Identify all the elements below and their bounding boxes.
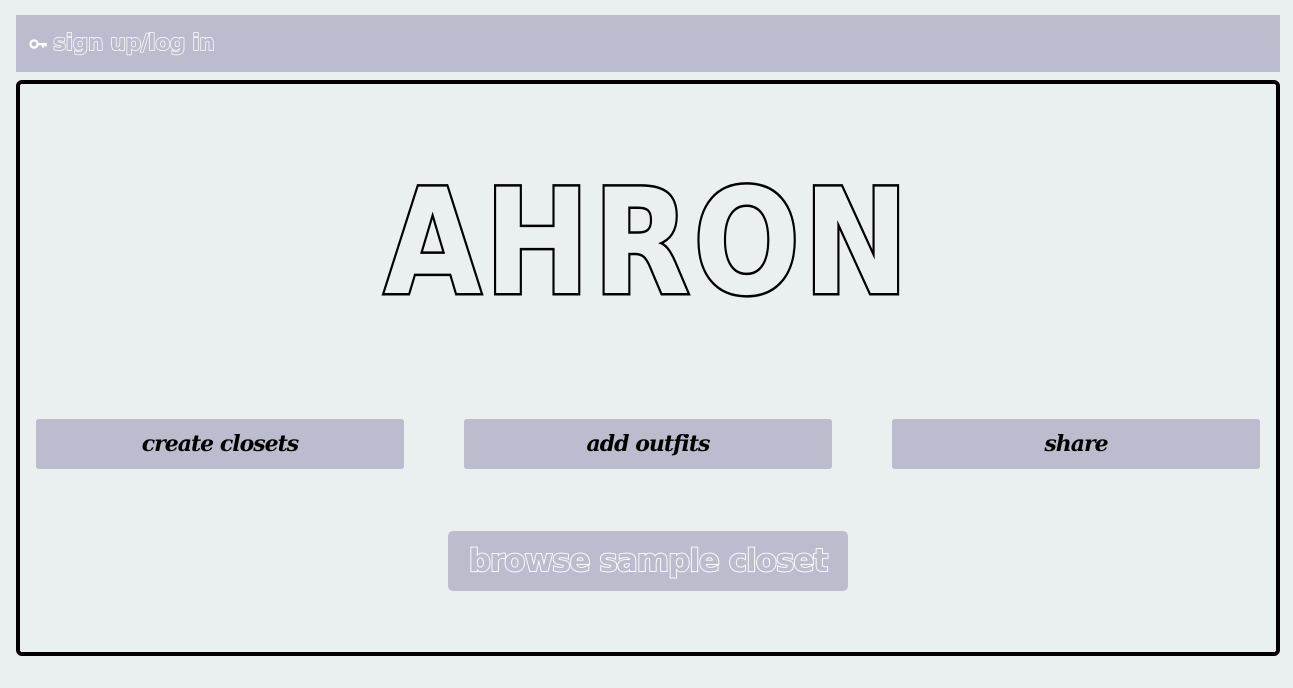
browse-sample-closet-label: browse sample closet: [468, 542, 829, 580]
add-outfits-button[interactable]: add outfits: [464, 419, 832, 469]
create-closets-label: create closets: [141, 431, 299, 457]
brand-logo: AHRON: [382, 158, 912, 328]
create-closets-button[interactable]: create closets: [36, 419, 404, 469]
browse-sample-closet-button[interactable]: browse sample closet: [448, 531, 848, 591]
add-outfits-label: add outfits: [586, 431, 711, 457]
top-bar: sign up/log in: [16, 15, 1280, 72]
sign-up-login-link[interactable]: sign up/log in: [29, 15, 216, 72]
share-button[interactable]: share: [892, 419, 1260, 469]
key-icon: [29, 38, 47, 50]
sign-up-login-label: sign up/log in: [52, 30, 215, 56]
main-panel: AHRON create closets add outfits share b…: [16, 80, 1280, 656]
share-label: share: [1044, 431, 1108, 457]
